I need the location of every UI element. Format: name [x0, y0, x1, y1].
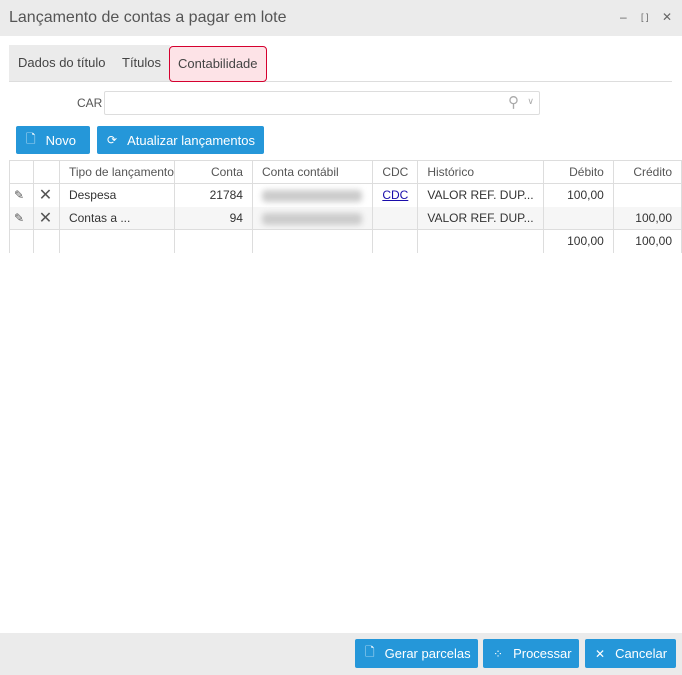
title-bar: Lançamento de contas a pagar em lote ‒ [… — [0, 0, 682, 36]
header-tipo[interactable]: Tipo de lançamento — [58, 160, 175, 184]
footer-bar: 🗋 Gerar parcelas ⁘ Processar ✕ Cancelar — [0, 633, 682, 675]
window-title: Lançamento de contas a pagar em lote — [9, 9, 287, 26]
cancelar-button[interactable]: ✕ Cancelar — [585, 639, 676, 668]
car-label: CAR — [77, 96, 103, 110]
header-historico[interactable]: Histórico — [417, 160, 544, 184]
total-debito: 100,00 — [542, 229, 614, 253]
tab-bar: Dados do título Títulos Contabilidade — [9, 45, 672, 82]
close-icon: ✕ — [595, 646, 606, 661]
novo-button[interactable]: 🗋 Novo — [16, 126, 90, 154]
conta-contabil-redacted — [251, 206, 374, 230]
gerar-parcelas-button[interactable]: 🗋 Gerar parcelas — [355, 639, 478, 668]
header-debito[interactable]: Débito — [542, 160, 614, 184]
maximize-icon[interactable]: [ ] — [641, 12, 649, 22]
total-credito: 100,00 — [612, 229, 682, 253]
cdc-link[interactable]: CDC — [382, 188, 408, 202]
refresh-icon: ⟳ — [107, 133, 118, 147]
search-icon[interactable]: ⚲ — [508, 93, 519, 111]
chevron-down-icon[interactable]: ∨ — [527, 96, 534, 107]
file-icon: 🗋 — [26, 131, 36, 146]
atualizar-lancamentos-button[interactable]: ⟳ Atualizar lançamentos — [97, 126, 264, 154]
tab-contabilidade[interactable]: Contabilidade — [169, 46, 267, 82]
minimize-icon[interactable]: ‒ — [620, 10, 627, 24]
close-icon[interactable]: ✕ — [662, 10, 672, 24]
header-conta-contabil[interactable]: Conta contábil — [251, 160, 374, 184]
header-conta[interactable]: Conta — [173, 160, 253, 184]
lancamentos-table: Tipo de lançamento Conta Conta contábil … — [9, 160, 682, 253]
edit-icon[interactable]: ✎ — [9, 183, 34, 207]
tab-dados-do-titulo[interactable]: Dados do título — [18, 45, 105, 81]
table-row: ✎ ✕ Despesa 21784 CDC VALOR REF. DUP... … — [9, 183, 682, 207]
delete-icon[interactable]: ✕ — [32, 206, 60, 230]
car-input[interactable]: ⚲ ∨ — [104, 91, 540, 115]
table-row: ✎ ✕ Contas a ... 94 VALOR REF. DUP... 10… — [9, 206, 682, 230]
delete-icon[interactable]: ✕ — [32, 183, 60, 207]
tab-titulos[interactable]: Títulos — [122, 45, 161, 81]
spinner-icon: ⁘ — [493, 646, 504, 661]
processar-button[interactable]: ⁘ Processar — [483, 639, 579, 668]
header-credito[interactable]: Crédito — [612, 160, 682, 184]
totals-row: 100,00 100,00 — [9, 229, 682, 253]
file-icon: 🗋 — [365, 645, 375, 659]
header-cdc[interactable]: CDC — [372, 160, 419, 184]
conta-contabil-redacted — [251, 183, 374, 207]
edit-icon[interactable]: ✎ — [9, 206, 34, 230]
